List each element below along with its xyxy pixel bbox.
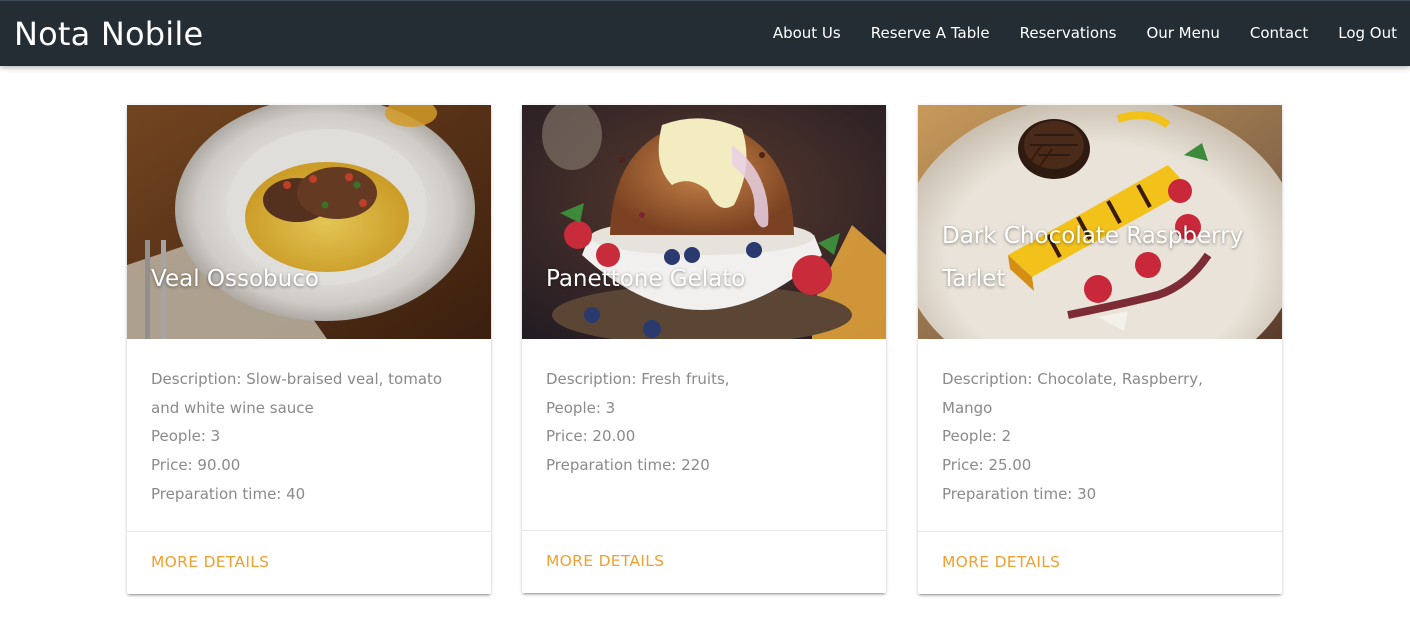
- card-description: Description: Chocolate, Raspberry, Mango: [942, 370, 1203, 417]
- nav-link-our-menu[interactable]: Our Menu: [1146, 22, 1219, 44]
- card-prep-time: Preparation time: 30: [942, 484, 1097, 503]
- card-description: Description: Fresh fruits,: [546, 370, 730, 388]
- dish-image: Veal Ossobuco: [127, 105, 491, 339]
- nav-link-log-out[interactable]: Log Out: [1338, 22, 1397, 44]
- more-details-link[interactable]: MORE DETAILS: [151, 553, 269, 571]
- card-people: People: 2: [942, 427, 1012, 446]
- dish-image: Panettone Gelato: [522, 105, 886, 339]
- card-action: MORE DETAILS: [127, 531, 491, 594]
- card-title: Panettone Gelato: [546, 266, 746, 292]
- card-description: Description: Slow-braised veal, tomato a…: [151, 370, 443, 417]
- card-prep-time: Preparation time: 40: [151, 484, 306, 503]
- card-action: MORE DETAILS: [918, 531, 1282, 594]
- dish-image: Dark Chocolate Raspberry Tarlet: [918, 105, 1282, 339]
- top-navbar: Nota Nobile About Us Reserve A Table Res…: [0, 0, 1410, 66]
- menu-card: Dark Chocolate Raspberry Tarlet Descript…: [918, 105, 1282, 594]
- card-people: People: 3: [546, 398, 616, 417]
- veal-ossobuco-photo: [127, 105, 491, 339]
- card-content: Description: Chocolate, Raspberry, Mango…: [918, 339, 1282, 509]
- card-price: Price: 25.00: [942, 456, 1032, 475]
- card-content: Description: Slow-braised veal, tomato a…: [127, 339, 491, 509]
- panettone-gelato-photo: [522, 105, 886, 339]
- card-action: MORE DETAILS: [522, 530, 886, 593]
- nav-links: About Us Reserve A Table Reservations Ou…: [773, 22, 1397, 44]
- card-title: Dark Chocolate Raspberry Tarlet: [942, 223, 1244, 292]
- card-title: Veal Ossobuco: [151, 266, 319, 292]
- nav-link-reservations[interactable]: Reservations: [1020, 22, 1117, 44]
- menu-card: Veal Ossobuco Description: Slow-braised …: [127, 105, 491, 594]
- more-details-link[interactable]: MORE DETAILS: [942, 553, 1060, 571]
- menu-card: Panettone Gelato Description: Fresh frui…: [522, 105, 886, 593]
- card-people: People: 3: [151, 427, 221, 446]
- brand-logo[interactable]: Nota Nobile: [14, 14, 203, 54]
- card-content: Description: Fresh fruits, People: 3 Pri…: [522, 339, 886, 480]
- more-details-link[interactable]: MORE DETAILS: [546, 552, 664, 570]
- card-price: Price: 90.00: [151, 456, 241, 475]
- nav-link-reserve-a-table[interactable]: Reserve A Table: [871, 22, 990, 44]
- nav-link-contact[interactable]: Contact: [1250, 22, 1308, 44]
- card-prep-time: Preparation time: 220: [546, 456, 710, 475]
- nav-link-about-us[interactable]: About Us: [773, 22, 841, 44]
- card-price: Price: 20.00: [546, 427, 636, 446]
